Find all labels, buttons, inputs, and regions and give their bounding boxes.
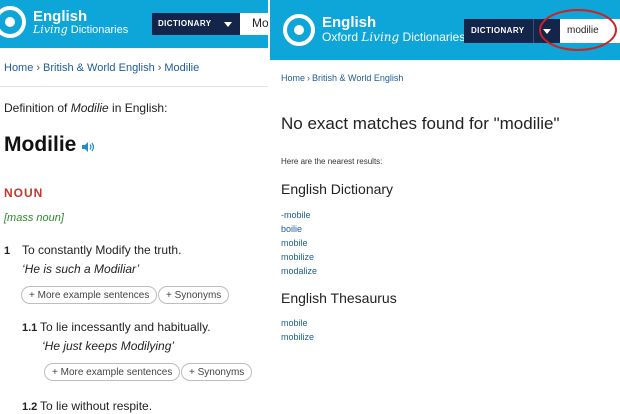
site-header: English Oxford Living Dictionaries DICTI… [270, 0, 620, 60]
brand-subtitle[interactable]: Living Dictionaries [33, 23, 129, 37]
sense-number: 1 [4, 245, 11, 257]
result-link[interactable]: mobile [281, 238, 308, 248]
result-link[interactable]: boilie [281, 224, 302, 234]
definition-intro: Definition of Modilie in English: [4, 101, 167, 115]
dictionary-select[interactable]: DICTIONARY [152, 13, 240, 35]
ring-logo-icon[interactable] [0, 6, 26, 38]
brand-subtitle-pre: Oxford [322, 30, 362, 44]
definition-suffix: in English: [108, 101, 168, 115]
sense-definition: To lie without respite. [40, 399, 153, 413]
sense-example: ‘He is such a Modiliar’ [22, 262, 140, 276]
breadcrumb-home[interactable]: Home [4, 62, 33, 74]
definition-word: Modilie [70, 101, 109, 115]
divider-line [0, 86, 268, 87]
brand-subtitle-rest: Dictionaries [67, 24, 129, 36]
sense-number: 1.1 [22, 322, 38, 334]
no-match-heading: No exact matches found for "modilie" [281, 114, 560, 133]
breadcrumb-home[interactable]: Home [281, 73, 305, 83]
breadcrumb-british-world-english[interactable]: British & World English [312, 73, 403, 83]
brand-subtitle-italic: Living [33, 23, 68, 36]
breadcrumb: Home › British & World English [281, 73, 403, 83]
result-link[interactable]: mobile [281, 318, 308, 328]
nearest-results-label: Here are the nearest results: [281, 157, 383, 166]
result-link[interactable]: -mobile [281, 210, 311, 220]
ring-logo-icon[interactable] [283, 14, 315, 46]
highlight-circle [539, 9, 617, 51]
sense-definition: To constantly Modify the truth. [22, 243, 182, 257]
right-search-results-page: English Oxford Living Dictionaries DICTI… [270, 0, 620, 414]
breadcrumb-british-world-english[interactable]: British & World English [43, 62, 155, 74]
dictionary-select-label: DICTIONARY [158, 19, 212, 28]
result-link[interactable]: mobilize [281, 252, 314, 262]
grammar-note: [mass noun] [4, 212, 64, 224]
breadcrumb-separator: › [157, 62, 162, 74]
definition-prefix: Definition of [4, 101, 71, 115]
headword: Modilie [4, 133, 77, 156]
dictionary-select-label: DICTIONARY [471, 26, 525, 35]
select-separator [533, 19, 534, 43]
result-link[interactable]: modalize [281, 266, 317, 276]
english-thesaurus-heading: English Thesaurus [281, 290, 397, 306]
synonyms-button[interactable]: + Synonyms [181, 363, 253, 381]
breadcrumb-separator: › [36, 62, 41, 74]
brand-subtitle[interactable]: Oxford Living Dictionaries [322, 31, 465, 44]
breadcrumb-current-word[interactable]: Modilie [164, 62, 199, 74]
sense-definition: To lie incessantly and habitually. [40, 320, 211, 334]
sense-number: 1.2 [22, 401, 38, 413]
left-dictionary-page: English Living Dictionaries DICTIONARY M… [0, 0, 268, 414]
caret-down-icon [224, 22, 232, 27]
sense-example: ‘He just keeps Modilying’ [42, 339, 175, 353]
breadcrumb-separator: › [307, 73, 311, 83]
speaker-icon[interactable] [81, 141, 97, 153]
brand-title[interactable]: English [322, 15, 376, 30]
english-dictionary-heading: English Dictionary [281, 181, 394, 197]
search-input[interactable]: Mo [240, 13, 268, 35]
brand-subtitle-rest: Dictionaries [399, 30, 466, 44]
part-of-speech: NOUN [4, 186, 44, 200]
breadcrumb: Home › British & World English › Modilie [4, 62, 199, 74]
more-example-sentences-button[interactable]: + More example sentences [21, 286, 158, 304]
more-example-sentences-button[interactable]: + More example sentences [44, 363, 181, 381]
result-link[interactable]: mobilize [281, 332, 314, 342]
site-header: English Living Dictionaries DICTIONARY M… [0, 0, 268, 48]
brand-title[interactable]: English [33, 9, 87, 24]
synonyms-button[interactable]: + Synonyms [158, 286, 230, 304]
brand-subtitle-italic: Living [361, 30, 400, 44]
